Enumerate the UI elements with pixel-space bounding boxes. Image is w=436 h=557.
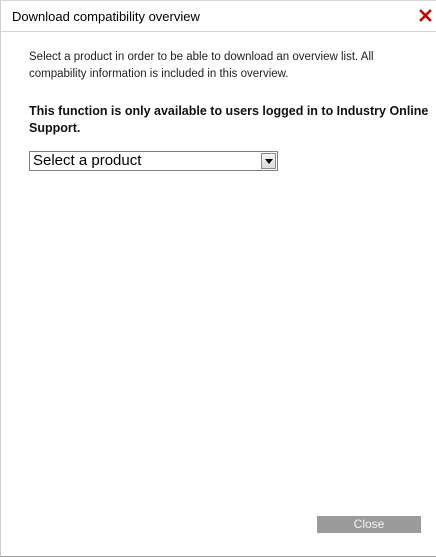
login-notice: This function is only available to users…	[29, 104, 429, 135]
compatibility-dialog: Download compatibility overview Select a…	[0, 0, 436, 557]
close-button[interactable]: Close	[317, 516, 421, 533]
product-select-value: Select a product	[33, 152, 142, 169]
dialog-content: Select a product in order to be able to …	[29, 49, 431, 137]
close-x-icon[interactable]	[418, 5, 434, 25]
product-select[interactable]: Select a product	[29, 151, 278, 171]
dialog-title: Download compatibility overview	[12, 9, 200, 24]
dialog-titlebar: Download compatibility overview	[1, 1, 436, 32]
chevron-down-icon[interactable]	[261, 153, 276, 169]
intro-text: Select a product in order to be able to …	[29, 51, 374, 80]
